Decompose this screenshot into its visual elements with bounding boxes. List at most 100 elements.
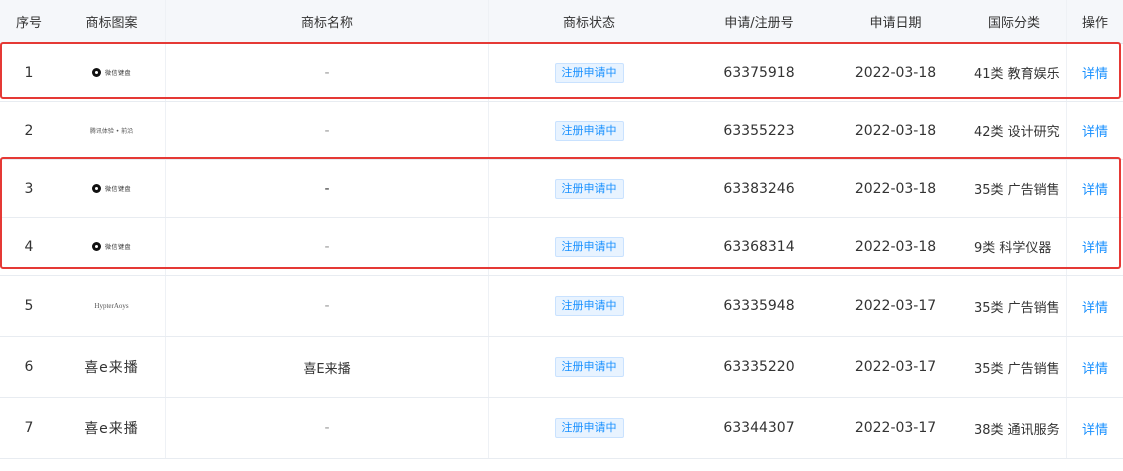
header-op: 操作 [1081, 16, 1108, 31]
table-row[interactable]: 4 微信键盘 - 注册申请中 63368314 2022-03-18 9类 科学… [0, 218, 1123, 276]
reg-no: 63383246 [723, 180, 795, 197]
detail-link[interactable]: 详情 [1082, 419, 1108, 438]
header-image: 商标图案 [58, 0, 166, 43]
intl-class: 35类 广告销售 [962, 276, 1067, 336]
reg-no: 63355223 [723, 122, 795, 139]
table-row[interactable]: 3 微信键盘 - 注册申请中 63383246 2022-03-18 35类 广… [0, 160, 1123, 218]
row-no: 6 [24, 359, 34, 375]
trademark-name: - [166, 218, 489, 275]
op-cell: 详情 [1067, 276, 1123, 336]
status-badge: 注册申请中 [554, 120, 624, 141]
trademark-name: - [166, 398, 489, 458]
row-no: 3 [24, 180, 34, 197]
trademark-image: 喜e来播 [58, 337, 166, 397]
logo-text: 微信键盘 [104, 244, 131, 251]
status-cell: 注册申请中 [489, 398, 689, 458]
status-badge: 注册申请中 [554, 178, 624, 199]
status-cell: 注册申请中 [489, 218, 689, 275]
intl-class: 38类 通讯服务 [962, 398, 1067, 458]
trademark-table: 序号 商标图案 商标名称 商标状态 申请/注册号 申请日期 国际分类 操作 1 … [0, 0, 1123, 459]
trademark-image: 微信键盘 [58, 160, 166, 217]
apply-date: 2022-03-18 [854, 180, 937, 197]
apply-date: 2022-03-17 [854, 359, 937, 375]
detail-link[interactable]: 详情 [1082, 358, 1108, 377]
reg-no: 63344307 [723, 420, 795, 436]
apply-date: 2022-03-18 [854, 122, 937, 139]
op-cell: 详情 [1067, 44, 1123, 101]
intl-class: 35类 广告销售 [962, 337, 1067, 397]
trademark-name: 喜E来播 [166, 337, 489, 397]
header-reg-no: 申请/注册号 [724, 16, 794, 31]
table-row[interactable]: 1 微信键盘 - 注册申请中 63375918 2022-03-18 41类 教… [0, 44, 1123, 102]
apply-date: 2022-03-18 [854, 64, 937, 81]
logo-text: 喜e来播 [84, 421, 139, 437]
reg-no: 63368314 [723, 238, 795, 255]
trademark-logo: 微信键盘 [91, 242, 131, 251]
header-no: 序号 [15, 16, 42, 31]
header-class: 国际分类 [962, 0, 1067, 43]
logo-text: 微信键盘 [104, 70, 131, 77]
reg-no: 63335948 [723, 298, 795, 314]
intl-class: 41类 教育娱乐 [962, 44, 1067, 101]
reg-no: 63335220 [723, 359, 795, 375]
logo-mark-icon [91, 68, 101, 77]
row-no: 7 [24, 420, 34, 436]
status-badge: 注册申请中 [554, 357, 624, 377]
row-no: 1 [24, 64, 34, 81]
trademark-image: 微信键盘 [58, 44, 166, 101]
op-cell: 详情 [1067, 337, 1123, 397]
trademark-name: - [166, 160, 489, 217]
op-cell: 详情 [1067, 218, 1123, 275]
logo-text: 微信键盘 [104, 186, 131, 193]
trademark-name: - [166, 276, 489, 336]
status-cell: 注册申请中 [489, 102, 689, 159]
op-cell: 详情 [1067, 398, 1123, 458]
logo-text: HypterAoys [94, 302, 129, 310]
trademark-name: - [166, 44, 489, 101]
apply-date: 2022-03-17 [854, 298, 937, 314]
table-row[interactable]: 7 喜e来播 - 注册申请中 63344307 2022-03-17 38类 通… [0, 398, 1123, 459]
status-badge: 注册申请中 [554, 296, 624, 316]
logo-mark-icon [91, 184, 101, 193]
trademark-image: HypterAoys [58, 276, 166, 336]
status-badge: 注册申请中 [554, 418, 624, 438]
logo-text: 喜e来播 [84, 360, 139, 376]
apply-date: 2022-03-18 [854, 238, 937, 255]
trademark-image: 微信键盘 [58, 218, 166, 275]
detail-link[interactable]: 详情 [1082, 179, 1108, 198]
header-status: 商标状态 [562, 16, 615, 31]
detail-link[interactable]: 详情 [1082, 63, 1108, 82]
status-badge: 注册申请中 [554, 236, 624, 257]
apply-date: 2022-03-17 [854, 420, 937, 436]
row-no: 4 [24, 238, 34, 255]
intl-class: 9类 科学仪器 [962, 218, 1067, 275]
table-row[interactable]: 5 HypterAoys - 注册申请中 63335948 2022-03-17… [0, 276, 1123, 337]
status-cell: 注册申请中 [489, 44, 689, 101]
header-date: 申请日期 [869, 16, 922, 31]
trademark-image: 腾讯体验 • 前沿 [58, 102, 166, 159]
trademark-logo: 微信键盘 [91, 184, 131, 193]
table-row[interactable]: 2 腾讯体验 • 前沿 - 注册申请中 63355223 2022-03-18 … [0, 102, 1123, 160]
logo-mark-icon [91, 242, 101, 251]
trademark-image: 喜e来播 [58, 398, 166, 458]
status-cell: 注册申请中 [489, 337, 689, 397]
row-no: 5 [24, 298, 34, 314]
reg-no: 63375918 [723, 64, 795, 81]
trademark-logo: 微信键盘 [91, 68, 131, 77]
table-header: 序号 商标图案 商标名称 商标状态 申请/注册号 申请日期 国际分类 操作 [0, 0, 1123, 44]
status-badge: 注册申请中 [554, 62, 624, 83]
detail-link[interactable]: 详情 [1082, 237, 1108, 256]
intl-class: 35类 广告销售 [962, 160, 1067, 217]
table-row[interactable]: 6 喜e来播 喜E来播 注册申请中 63335220 2022-03-17 35… [0, 337, 1123, 398]
trademark-name: - [166, 102, 489, 159]
row-no: 2 [24, 122, 34, 139]
status-cell: 注册申请中 [489, 276, 689, 336]
status-cell: 注册申请中 [489, 160, 689, 217]
op-cell: 详情 [1067, 102, 1123, 159]
detail-link[interactable]: 详情 [1082, 121, 1108, 140]
logo-text: 腾讯体验 • 前沿 [89, 128, 134, 135]
detail-link[interactable]: 详情 [1082, 297, 1108, 316]
intl-class: 42类 设计研究 [962, 102, 1067, 159]
header-name: 商标名称 [166, 0, 489, 43]
op-cell: 详情 [1067, 160, 1123, 217]
